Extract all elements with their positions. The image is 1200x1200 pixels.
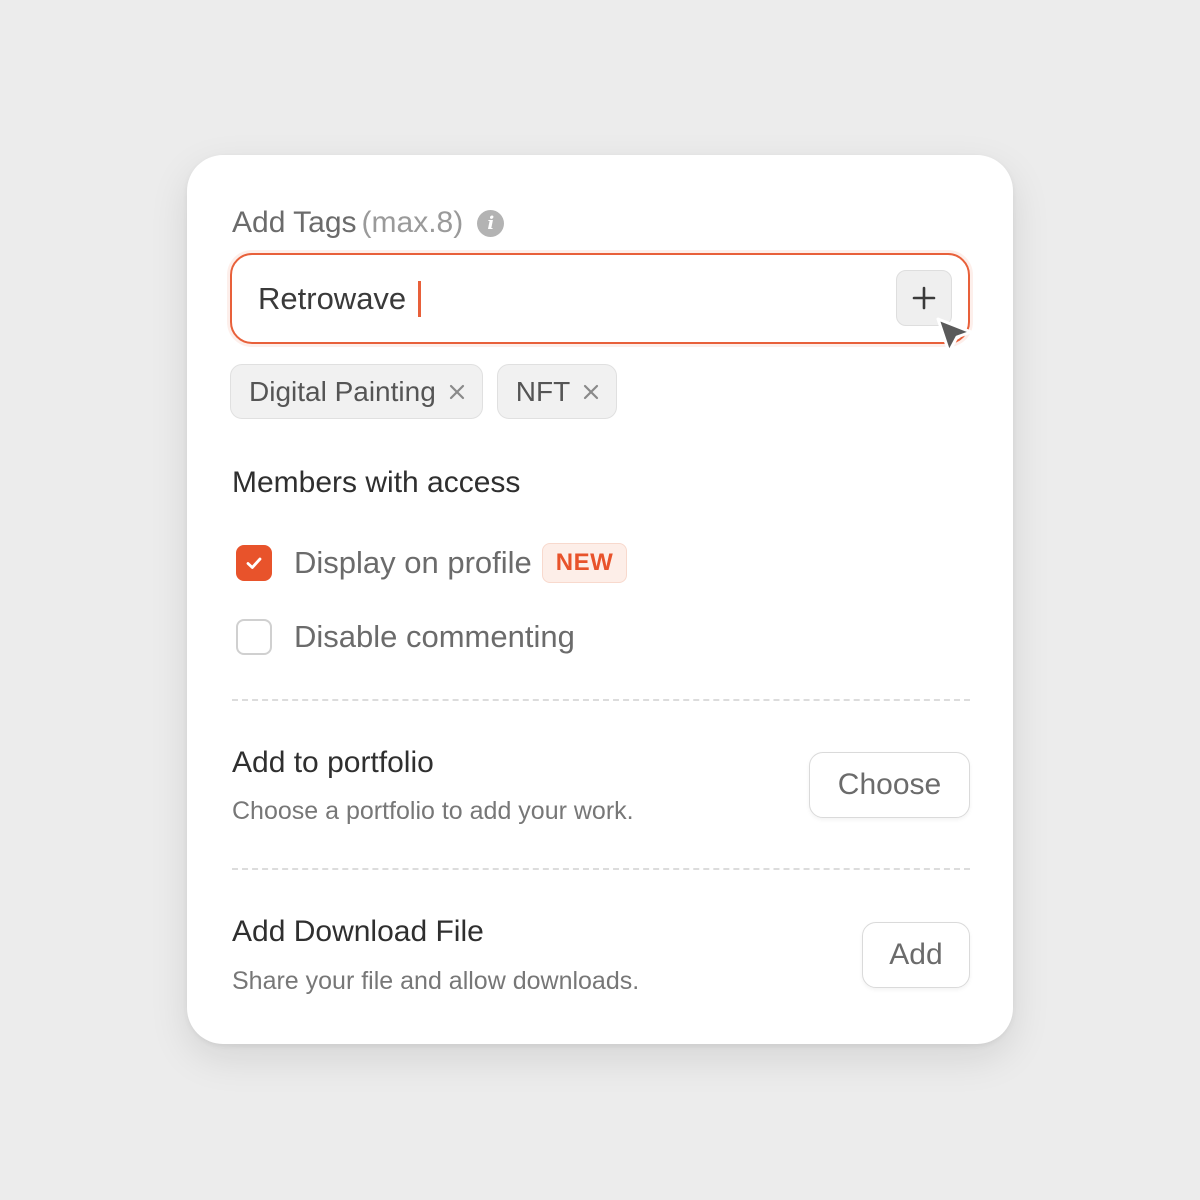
new-badge: NEW	[541, 543, 628, 583]
close-icon[interactable]	[583, 384, 599, 400]
check-icon	[246, 557, 262, 569]
tag-input[interactable]: Retrowave	[230, 253, 970, 344]
tag-chip: NFT	[496, 364, 618, 419]
tag-chip-label: NFT	[515, 375, 571, 407]
choose-portfolio-button[interactable]: Choose	[809, 752, 970, 818]
tag-input-value: Retrowave	[258, 279, 422, 319]
tag-chip-label: Digital Painting	[249, 375, 436, 407]
download-title: Add Download File	[232, 915, 484, 948]
tags-settings-card: Add Tags (max.8) i Retrowave Digital Pai…	[187, 155, 1013, 1044]
download-description: Share your file and allow downloads.	[232, 967, 640, 995]
disable-commenting-checkbox[interactable]	[236, 619, 272, 655]
plus-icon	[912, 286, 936, 310]
display-on-profile-checkbox[interactable]	[236, 545, 272, 581]
info-icon[interactable]: i	[477, 209, 505, 237]
disable-commenting-label: Disable commenting	[294, 619, 575, 654]
text-caret	[418, 280, 422, 317]
mouse-cursor-icon	[936, 317, 973, 354]
portfolio-title: Add to portfolio	[232, 746, 434, 779]
tags-title: Add Tags	[232, 206, 357, 239]
tags-max-hint: (max.8)	[361, 206, 464, 239]
tag-input-text: Retrowave	[258, 281, 407, 316]
members-title: Members with access	[232, 466, 521, 499]
tag-chips: Digital Painting NFT	[230, 364, 618, 419]
tag-chip: Digital Painting	[230, 364, 483, 419]
divider	[232, 868, 970, 870]
add-download-button[interactable]: Add	[862, 922, 970, 988]
portfolio-description: Choose a portfolio to add your work.	[232, 797, 634, 825]
close-icon[interactable]	[449, 384, 465, 400]
divider	[232, 699, 970, 701]
tags-header: Add Tags (max.8) i	[232, 203, 505, 243]
display-on-profile-label: Display on profile	[294, 545, 532, 580]
option-disable-commenting[interactable]: Disable commenting	[236, 619, 575, 655]
option-display-on-profile[interactable]: Display on profile NEW	[236, 543, 628, 583]
